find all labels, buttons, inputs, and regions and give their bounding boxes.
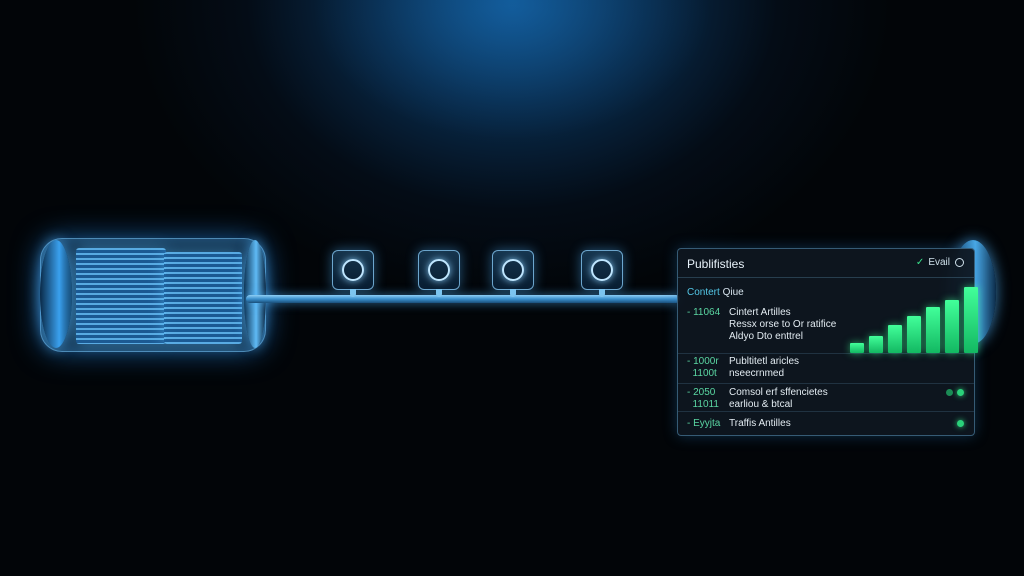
node-ring-icon [502,259,524,281]
document-stack-icon [164,252,242,344]
document-stack-icon [76,248,166,344]
status-dot [957,420,964,427]
node-stem [599,289,605,297]
publishing-panel: Publifisties ✓ Evail Contert Qiue - 11064… [677,248,978,436]
status-dot [957,389,964,396]
item-line: Traffis Antilles [729,418,791,429]
item-description: Cintert Artilles Ressx orse to Or ratifi… [729,307,836,343]
item-code: - 11064 [687,307,721,318]
node-stem [436,289,442,297]
section-label-prefix: Contert [687,287,720,298]
pipeline-node-4[interactable] [581,250,623,297]
item-line: Ressx orse to Or ratifice [729,319,837,330]
section-label-suffix: Qiue [722,287,744,298]
status-label: Evail [928,257,950,268]
list-item[interactable]: - 11064 Cintert Artilles Ressx orse to O… [678,305,974,353]
item-description: Traffis Antilles [729,418,791,430]
node-ring-icon [591,259,613,281]
status-indicator[interactable]: ✓ Evail [916,257,964,268]
node-stem [510,289,516,297]
item-code: - 2050 11011 [687,387,719,410]
node-ring-icon [428,259,450,281]
pipeline-tube [246,295,680,303]
item-code: - 1000r 1100t [687,356,719,379]
pipeline-node-3[interactable] [492,250,534,297]
cylinder-cap-left [40,240,72,348]
list-item[interactable]: - 2050 11011 Comsol erf sffencietes earl… [678,383,974,412]
panel-header: Publifisties ✓ Evail [678,249,974,278]
item-description: Publtitetl aricles nseecrnmed [729,356,799,380]
check-icon: ✓ [915,257,925,268]
node-stem [350,289,356,297]
pipeline-node-1[interactable] [332,250,374,297]
item-line: earliou & btcal [729,399,793,410]
section-label: Contert Qiue [687,287,744,298]
background-glow [312,0,712,140]
item-line: Cintert Artilles [729,307,791,318]
item-line: nseecrnmed [729,368,785,379]
status-dot [946,389,953,396]
list-item[interactable]: - 1000r 1100t Publtitetl aricles nseecrn… [678,353,974,384]
list-item[interactable]: - Eyyjta Traffis Antilles [678,411,974,434]
item-line: Publtitetl aricles [729,356,800,367]
panel-title: Publifisties [687,257,745,271]
item-line: Aldyo Dto enttrel [729,331,803,342]
node-ring-icon [342,259,364,281]
item-line: Comsol erf sffencietes [729,387,828,398]
ring-icon [955,257,964,267]
item-code: - Eyyjta [687,418,721,429]
item-description: Comsol erf sffencietes earliou & btcal [729,387,828,411]
pipeline-node-2[interactable] [418,250,460,297]
cylinder-cap-right [244,240,266,348]
